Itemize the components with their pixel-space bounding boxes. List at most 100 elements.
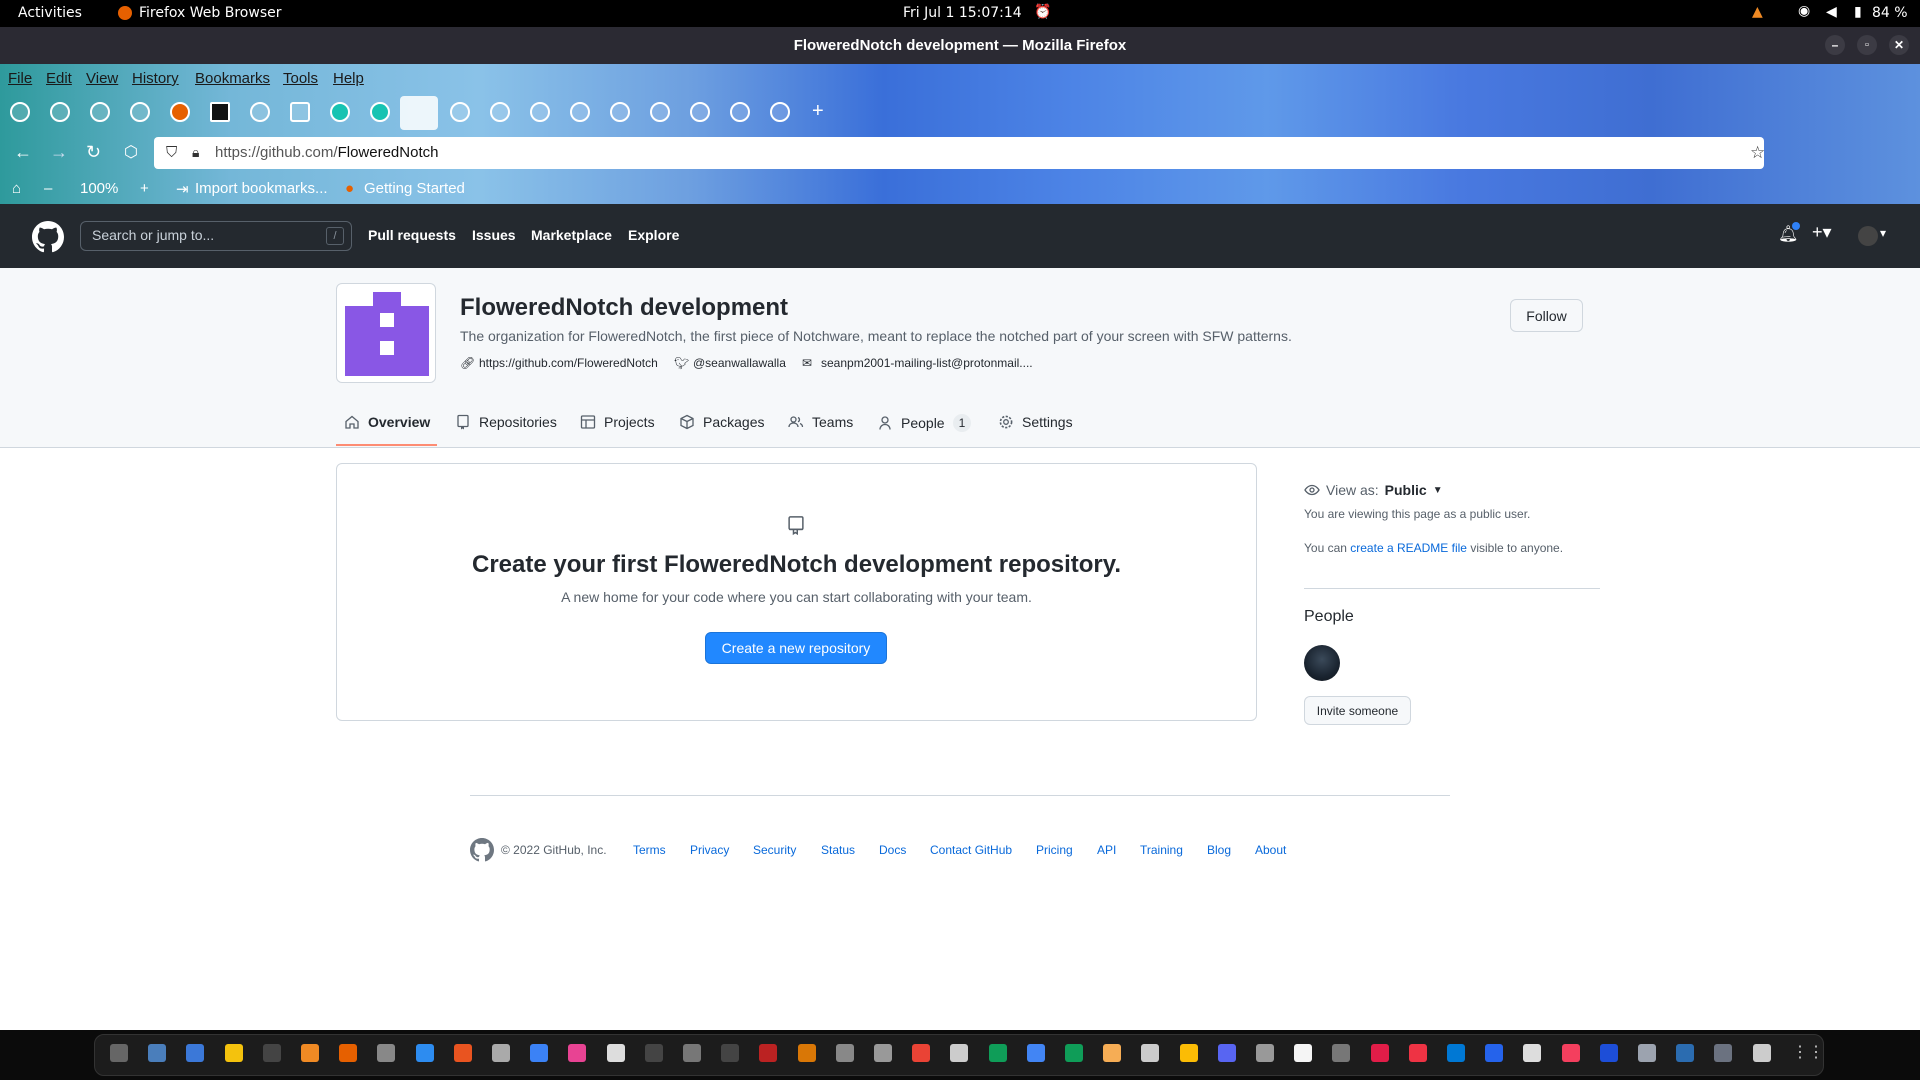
dock-app-icon[interactable] [1638, 1044, 1656, 1062]
close-button[interactable]: ✕ [1889, 35, 1909, 55]
tab-github-icon[interactable] [690, 102, 710, 122]
dock-app-icon[interactable] [1256, 1044, 1274, 1062]
reload-icon[interactable]: ↻ [86, 142, 101, 163]
chevron-down-icon[interactable]: ▾ [1880, 226, 1886, 240]
github-mark-icon[interactable] [470, 838, 494, 862]
footer-link-status[interactable]: Status [821, 843, 855, 857]
dock-app-icon[interactable] [1408, 1044, 1427, 1062]
user-avatar[interactable] [1858, 226, 1878, 246]
dock-app-icon[interactable] [683, 1044, 701, 1062]
dock-app-icon[interactable] [1141, 1044, 1160, 1062]
tab-overview[interactable]: Overview [344, 414, 430, 430]
footer-link-security[interactable]: Security [753, 843, 796, 857]
dock-app-icon[interactable] [262, 1044, 281, 1062]
wifi-icon[interactable]: ◉ [1798, 3, 1810, 19]
tab-people[interactable]: People 1 [877, 414, 972, 432]
tab-app-icon[interactable] [370, 102, 390, 122]
new-tab-icon[interactable]: + [812, 100, 824, 123]
dock-app-icon[interactable] [950, 1044, 969, 1062]
dock-app-icon[interactable] [1103, 1044, 1122, 1062]
dock-app-icon[interactable] [1065, 1044, 1083, 1062]
zoom-out-icon[interactable]: – [44, 180, 52, 197]
app-menu-label[interactable]: Firefox Web Browser [139, 5, 282, 21]
activities-button[interactable]: Activities [18, 5, 82, 21]
dock-app-icon[interactable] [1752, 1044, 1771, 1062]
dock-app-icon[interactable] [453, 1044, 472, 1062]
dock-app-icon[interactable] [874, 1044, 892, 1062]
dock-app-icon[interactable] [301, 1044, 319, 1062]
tab-github-icon[interactable] [50, 102, 70, 122]
minimize-button[interactable]: – [1825, 35, 1845, 55]
dock-app-icon[interactable] [912, 1044, 931, 1062]
invite-someone-button[interactable]: Invite someone [1304, 696, 1411, 725]
view-as-value[interactable]: Public [1385, 482, 1427, 498]
dock-app-icon[interactable] [415, 1044, 434, 1062]
dock-app-icon[interactable] [110, 1044, 128, 1062]
dock-app-icon[interactable] [606, 1044, 625, 1062]
menu-history[interactable]: History [132, 70, 179, 87]
dock-app-icon[interactable] [339, 1044, 358, 1062]
tab-settings[interactable]: Settings [998, 414, 1073, 430]
dock-app-icon[interactable] [568, 1044, 587, 1062]
footer-link-pricing[interactable]: Pricing [1036, 843, 1073, 857]
nav-explore[interactable]: Explore [628, 227, 679, 243]
tab-app-icon[interactable] [330, 102, 350, 122]
dock-app-icon[interactable] [224, 1044, 243, 1062]
dock-app-icon[interactable] [1370, 1044, 1389, 1062]
vlc-tray-icon[interactable]: ▲ [1752, 4, 1763, 20]
tab-github-icon[interactable] [450, 102, 470, 122]
github-logo-icon[interactable] [32, 221, 64, 253]
nav-marketplace[interactable]: Marketplace [531, 227, 612, 243]
dock-app-icon[interactable] [1714, 1044, 1733, 1062]
lock-icon[interactable]: 🔒︎ [192, 144, 199, 161]
bookmark-import[interactable]: Import bookmarks... [195, 180, 328, 197]
footer-link-training[interactable]: Training [1140, 843, 1183, 857]
tab-packages[interactable]: Packages [679, 414, 764, 430]
dock-app-icon[interactable] [721, 1044, 740, 1062]
dock-app-icon[interactable] [1676, 1044, 1695, 1062]
volume-icon[interactable]: ◀ [1826, 4, 1837, 20]
nav-issues[interactable]: Issues [472, 227, 516, 243]
tab-github-icon[interactable] [130, 102, 150, 122]
dock-app-icon[interactable] [759, 1044, 778, 1062]
dock-app-icon[interactable] [644, 1044, 663, 1062]
dock-app-icon[interactable] [835, 1044, 854, 1062]
footer-link-privacy[interactable]: Privacy [690, 843, 729, 857]
dock-app-icon[interactable] [1523, 1044, 1542, 1062]
dock-app-icon[interactable] [797, 1044, 816, 1062]
bookmark-star-icon[interactable]: ☆ [1750, 143, 1765, 163]
bookmark-getting-started[interactable]: Getting Started [364, 180, 465, 197]
menu-help[interactable]: Help [333, 70, 364, 87]
footer-link-contact[interactable]: Contact GitHub [930, 843, 1012, 857]
create-repository-button[interactable]: Create a new repository [705, 632, 887, 664]
dock-app-icon[interactable] [377, 1044, 396, 1062]
menu-bookmarks[interactable]: Bookmarks [195, 70, 270, 87]
footer-link-docs[interactable]: Docs [879, 843, 906, 857]
tracking-shield-icon[interactable]: ⛉ [166, 144, 177, 161]
maximize-button[interactable]: ▫ [1857, 35, 1877, 55]
menu-tools[interactable]: Tools [283, 70, 318, 87]
dock-app-icon[interactable] [186, 1044, 205, 1062]
dock-app-icon[interactable] [1294, 1044, 1313, 1062]
tab-repositories[interactable]: Repositories [455, 414, 557, 430]
extension-icon[interactable]: ⬡ [124, 142, 138, 162]
dock-app-icon[interactable] [1026, 1044, 1045, 1062]
menu-edit[interactable]: Edit [46, 70, 72, 87]
tab-github-icon[interactable] [610, 102, 630, 122]
org-website-link[interactable]: https://github.com/FloweredNotch [479, 356, 658, 370]
forward-icon[interactable]: → [50, 142, 68, 163]
tab-settings-icon[interactable] [250, 102, 270, 122]
tab-github-icon[interactable] [490, 102, 510, 122]
tab-github-icon[interactable] [530, 102, 550, 122]
create-new-menu-icon[interactable]: +▾ [1812, 222, 1832, 243]
dock-app-icon[interactable] [530, 1044, 549, 1062]
dock-app-icon[interactable] [1561, 1044, 1580, 1062]
home-icon[interactable]: ⌂ [12, 180, 21, 197]
tab-teams[interactable]: Teams [788, 414, 853, 430]
org-twitter-link[interactable]: @seanwallawalla [693, 356, 786, 370]
zoom-level[interactable]: 100% [80, 180, 118, 197]
member-avatar[interactable] [1304, 645, 1340, 681]
footer-link-api[interactable]: API [1097, 843, 1116, 857]
tab-github-icon[interactable] [650, 102, 670, 122]
tab-firefox-icon[interactable] [170, 102, 190, 122]
